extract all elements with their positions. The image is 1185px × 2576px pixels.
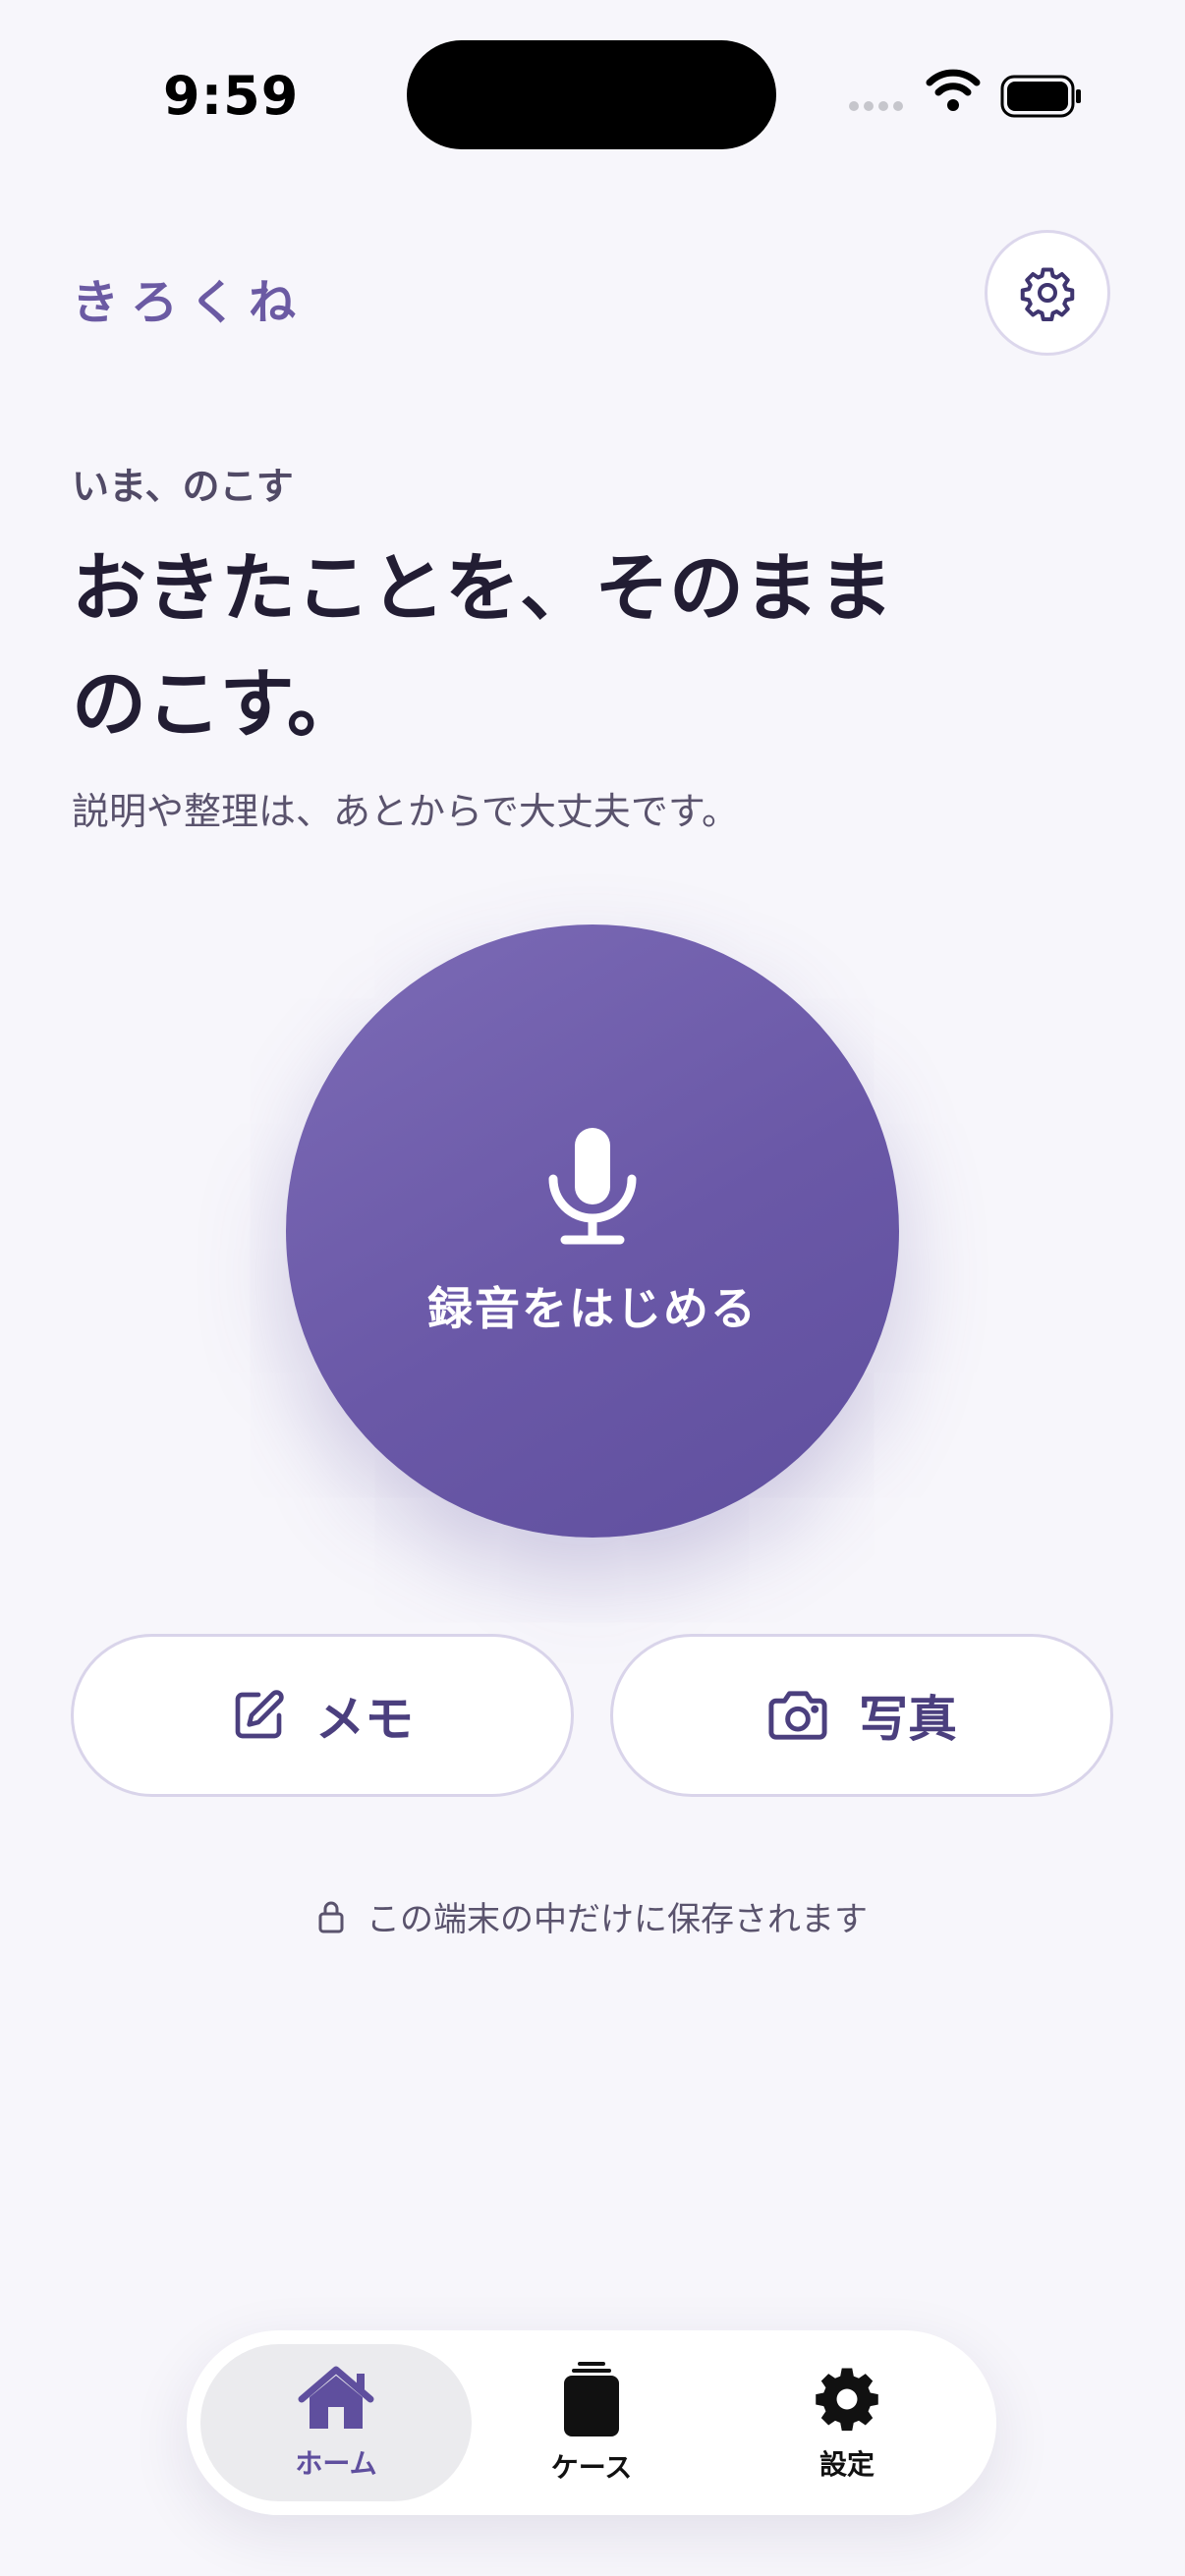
tab-bar: ホーム ケース 設定 [187,2330,996,2515]
tab-cases[interactable]: ケース [456,2344,727,2501]
tab-home-label: ホーム [295,2447,377,2480]
start-recording-button[interactable]: 録音をはじめる [286,924,899,1538]
settings-button[interactable] [985,230,1110,356]
status-time: 9:59 [163,65,300,127]
battery-icon [1000,75,1081,118]
home-icon [298,2366,374,2429]
app-brand: きろくね [72,275,309,330]
lock-icon [318,1901,344,1932]
photo-label: 写真 [859,1691,957,1748]
wifi-icon [926,69,981,111]
page-headline: おきたことを、そのまま のこす。 [72,531,1054,762]
tab-cases-label: ケース [550,2451,633,2484]
start-recording-label: 録音をはじめる [427,1282,758,1335]
memo-button[interactable]: メモ [71,1634,574,1797]
dynamic-island [407,40,776,149]
privacy-text: この端末の中だけに保存されます [367,1900,868,1939]
tab-settings[interactable]: 設定 [711,2344,983,2501]
gear-icon [1020,267,1075,321]
privacy-note: この端末の中だけに保存されます [0,1892,1185,1940]
photo-button[interactable]: 写真 [610,1634,1113,1797]
eyebrow-label: いま、のこす [72,465,294,508]
tab-home[interactable]: ホーム [200,2344,472,2501]
memo-label: メモ [315,1691,414,1748]
microphone-icon [548,1128,637,1245]
edit-icon [235,1690,284,1739]
stack-icon [564,2362,619,2436]
cellular-signal-icon [849,101,903,111]
gear-icon [816,2368,878,2432]
hero-subtext: 説明や整理は、あとからで大丈夫です。 [72,790,740,833]
headline-line-1: おきたことを、そのまま [72,544,893,632]
headline-line-2: のこす。 [72,660,362,748]
tab-settings-label: 設定 [818,2448,875,2481]
camera-icon [768,1691,827,1740]
